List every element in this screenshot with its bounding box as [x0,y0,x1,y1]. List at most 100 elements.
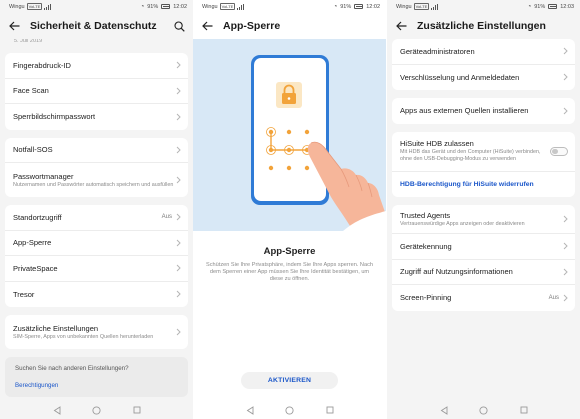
row-encryption-credentials[interactable]: Verschlüsselung und Anmeldedaten [392,65,575,91]
revoke-hdb-link[interactable]: HDB-Berechtigung für HiSuite widerrufen [400,181,568,188]
row-label: App-Sperre [13,238,52,248]
title-bar: Sicherheit & Datenschutz [0,13,193,39]
row-install-external-apps[interactable]: Apps aus externen Quellen installieren [392,98,575,124]
nav-home-icon[interactable] [285,405,295,415]
row-device-admins[interactable]: Geräteadministratoren [392,39,575,65]
volte-badge: VoLTE [26,3,43,10]
nav-back-icon[interactable] [52,405,62,415]
row-vault[interactable]: Tresor [5,282,188,308]
chevron-right-icon [563,215,568,223]
settings-group-sos-passwords: Notfall-SOS Passwortmanager Nutzernamen … [5,137,188,197]
row-label: Fingerabdruck-ID [13,60,71,70]
row-revoke-hdb[interactable]: HDB-Berechtigung für HiSuite widerrufen [392,172,575,198]
chevron-right-icon [176,264,181,272]
row-usage-access[interactable]: Zugriff auf Nutzungsinformationen [392,260,575,285]
row-face-scan[interactable]: Face Scan [5,79,188,104]
chevron-right-icon [176,61,181,69]
settings-group-trust: Trusted Agents Vertrauenswürdige Apps an… [392,205,575,311]
activate-button[interactable]: AKTIVIEREN [241,372,338,389]
back-arrow-icon[interactable] [395,20,407,32]
chevron-right-icon [563,268,568,276]
volte-badge: VoLTE [219,3,236,10]
nav-back-icon[interactable] [439,405,449,415]
clock: 12:02 [366,3,380,10]
chevron-right-icon [563,242,568,250]
wifi-icon: ◔ [140,3,145,10]
row-screen-pinning[interactable]: Screen-Pinning Aus [392,285,575,311]
battery-icon [161,4,171,9]
page-title: Zusätzliche Einstellungen [417,20,546,32]
row-additional-settings[interactable]: Zusätzliche Einstellungen SIM-Sperre, Ap… [5,315,188,349]
row-value: Aus [161,214,172,221]
carrier-name: Wingu [202,3,218,10]
screen-security-privacy: Wingu VoLTE ◔ 91% 12:02 Sicherheit & Dat… [0,0,193,419]
row-fingerprint[interactable]: Fingerabdruck-ID [5,53,188,79]
row-label: HiSuite HDB zulassen [400,139,474,149]
settings-group-additional: Zusätzliche Einstellungen SIM-Sperre, Ap… [5,315,188,349]
chevron-right-icon [563,294,568,302]
settings-group-biometrics: Fingerabdruck-ID Face Scan Sperrbildschi… [5,53,188,130]
row-value: Aus [548,294,559,301]
chevron-right-icon [563,47,568,55]
search-icon[interactable] [173,20,185,32]
settings-group-hdb: HiSuite HDB zulassen Mit HDB das Gerät u… [392,131,575,198]
chevron-right-icon [176,290,181,298]
row-label: Gerätekennung [400,241,452,251]
row-label: Verschlüsselung und Anmeldedaten [400,72,520,82]
row-label: Notfall-SOS [13,145,53,155]
carrier-name: Wingu [396,3,412,10]
row-label: Passwortmanager [13,171,74,181]
chevron-right-icon [176,146,181,154]
row-label: Sperrbildschirmpasswort [13,112,96,122]
row-lockscreen-password[interactable]: Sperrbildschirmpasswort [5,104,188,130]
row-trusted-agents[interactable]: Trusted Agents Vertrauenswürdige Apps an… [392,205,575,234]
row-location-access[interactable]: Standortzugriff Aus [5,205,188,231]
nav-recents-icon[interactable] [325,405,335,415]
row-label: Standortzugriff [13,212,62,222]
title-bar: App-Sperre [193,13,386,39]
status-bar: Wingu VoLTE ◔ 91% 12:03 [387,0,580,13]
battery-icon [548,4,558,9]
app-lock-description: Schützen Sie Ihre Privatsphäre, indem Si… [206,262,373,283]
nav-home-icon[interactable] [479,405,489,415]
row-subtitle: Nutzernamen und Passwörter automatisch s… [13,181,174,188]
nav-home-icon[interactable] [92,405,102,415]
chevron-right-icon [176,113,181,121]
cutoff-date: 5. Juli 2019 [14,39,43,44]
navigation-bar [0,401,193,419]
row-label: Geräteadministratoren [400,46,475,56]
status-bar: Wingu VoLTE ◔ 91% 12:02 [0,0,193,13]
row-emergency-sos[interactable]: Notfall-SOS [5,138,188,163]
screen-additional-settings: Wingu VoLTE ◔ 91% 12:03 Zusätzliche Eins… [387,0,580,419]
chevron-right-icon [176,87,181,95]
signal-icon [431,3,439,10]
back-arrow-icon[interactable] [201,20,213,32]
row-label: Zugriff auf Nutzungsinformationen [400,267,513,277]
row-password-manager[interactable]: Passwortmanager Nutzernamen und Passwört… [5,163,188,197]
wifi-icon: ◔ [333,3,338,10]
battery-percent: 91% [340,3,352,10]
nav-recents-icon[interactable] [132,405,142,415]
signal-icon [237,3,245,10]
clock: 12:02 [173,3,187,10]
app-lock-heading: App-Sperre [263,246,316,257]
row-label: Screen-Pinning [400,293,452,303]
row-subtitle: SIM-Sperre, Apps von unbekannten Quellen… [13,333,154,340]
battery-icon [354,4,364,9]
row-private-space[interactable]: PrivateSpace [5,256,188,282]
row-app-lock[interactable]: App-Sperre [5,231,188,256]
row-label: Tresor [13,289,35,299]
row-hisuite-hdb[interactable]: HiSuite HDB zulassen Mit HDB das Gerät u… [392,132,575,172]
back-arrow-icon[interactable] [8,20,20,32]
row-device-id[interactable]: Gerätekennung [392,234,575,260]
chevron-right-icon [563,73,568,81]
nav-recents-icon[interactable] [519,405,529,415]
row-label: PrivateSpace [13,263,58,273]
permissions-link[interactable]: Berechtigungen [15,382,178,389]
status-bar: Wingu VoLTE ◔ 91% 12:02 [193,0,386,13]
row-subtitle: Mit HDB das Gerät und den Computer (HiSu… [400,149,541,162]
nav-back-icon[interactable] [245,405,255,415]
hdb-toggle[interactable] [550,146,568,156]
chevron-right-icon [176,239,181,247]
row-label: Face Scan [13,86,49,96]
